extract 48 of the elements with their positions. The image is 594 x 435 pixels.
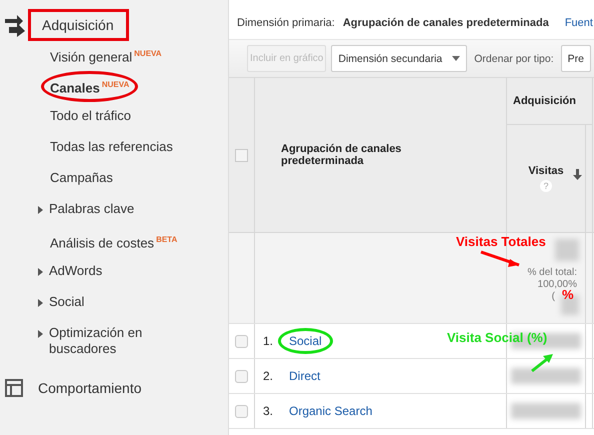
total-label: % del total: xyxy=(528,267,577,279)
nav-item[interactable]: Todo el tráfico xyxy=(50,108,131,124)
blurred-value xyxy=(511,368,581,384)
dimension-value: Agrupación de canales predeterminada xyxy=(342,16,549,28)
layout-icon xyxy=(5,379,23,397)
secondary-dimension-dropdown[interactable]: Dimensión secundaria xyxy=(331,45,468,72)
nav-item[interactable]: Palabras clave xyxy=(49,201,134,217)
section-title[interactable]: Adquisición xyxy=(28,9,129,41)
expand-triangle-icon[interactable] xyxy=(38,206,43,214)
nav-item[interactable]: Análisis de costes$^{BETA}$ xyxy=(50,232,178,252)
expand-triangle-icon[interactable] xyxy=(38,268,43,276)
annotation-text: Visitas Totales xyxy=(456,234,546,249)
total-value: 100,00% xyxy=(538,279,577,290)
sort-label: Ordenar por tipo: xyxy=(474,52,554,64)
nav-item[interactable]: AdWords xyxy=(49,263,102,279)
nav-item[interactable]: Canales$^{NUEVA}$ xyxy=(41,71,138,102)
section-title[interactable]: Comportamiento xyxy=(24,372,156,404)
sort-dropdown[interactable]: Pre xyxy=(560,45,591,72)
annotation-text: % xyxy=(562,287,574,302)
row-checkbox[interactable] xyxy=(235,404,248,418)
column-header: Agrupación de canales predeterminada xyxy=(281,143,402,167)
column-header[interactable]: Visitas xyxy=(528,165,564,177)
row-checkbox[interactable] xyxy=(235,370,248,382)
blurred-value xyxy=(555,239,579,261)
channel-link[interactable]: Organic Search xyxy=(289,404,372,418)
blurred-value xyxy=(511,403,581,419)
nav-item[interactable]: Campañas xyxy=(50,170,113,186)
row-checkbox[interactable] xyxy=(235,334,248,348)
expand-triangle-icon[interactable] xyxy=(38,330,43,338)
nav-item[interactable]: Todas las referencias xyxy=(50,139,173,155)
annotation-text: Visita Social (%) xyxy=(447,330,548,345)
channel-link[interactable]: Social xyxy=(278,328,333,354)
nav-item[interactable]: Visión general$^{NUEVA}$ xyxy=(50,46,162,66)
dimension-label: Dimensión primaria: xyxy=(237,16,335,28)
expand-triangle-icon[interactable] xyxy=(38,299,43,307)
caret-icon xyxy=(452,56,460,61)
group-header: Adquisición xyxy=(513,95,576,107)
row-number: 1. xyxy=(262,334,274,348)
dimension-link[interactable]: Fuent xyxy=(564,16,593,28)
select-all-checkbox[interactable] xyxy=(235,148,248,162)
nav-item[interactable]: Optimización en buscadores xyxy=(49,325,159,357)
total-extra: ( xyxy=(552,291,555,303)
row-number: 2. xyxy=(262,369,274,383)
sort-down-icon[interactable] xyxy=(573,169,582,180)
nav-item[interactable]: Social xyxy=(49,294,84,310)
channel-link[interactable]: Direct xyxy=(289,369,320,383)
row-number: 3. xyxy=(262,404,274,418)
arrows-icon xyxy=(5,13,27,37)
